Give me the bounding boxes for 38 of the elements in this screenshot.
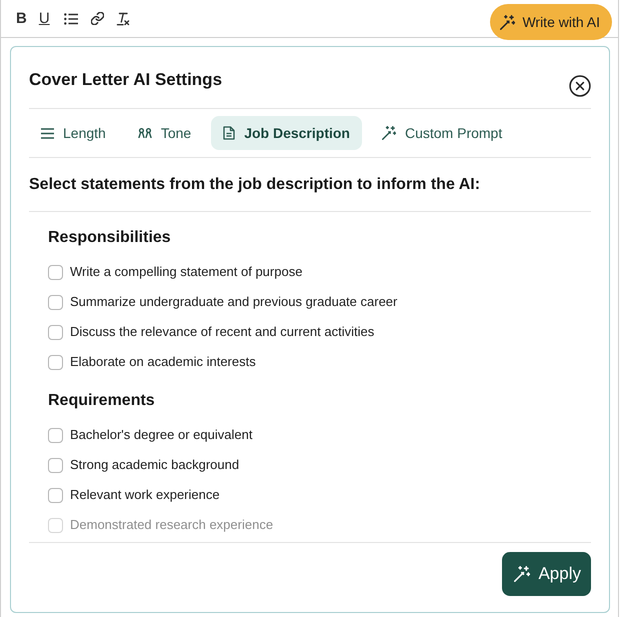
close-icon (569, 75, 591, 97)
close-button[interactable] (569, 75, 591, 97)
clear-format-icon[interactable] (116, 12, 130, 26)
checkbox[interactable] (48, 488, 63, 502)
magic-wand-icon (500, 14, 516, 30)
checkbox-label[interactable]: Relevant work experience (70, 485, 220, 505)
section-heading: Requirements (48, 391, 155, 411)
checkbox[interactable] (48, 354, 63, 370)
document-icon (223, 126, 236, 140)
checkbox-label[interactable]: Summarize undergraduate and previous graduate career (70, 292, 398, 312)
checkbox-label[interactable]: Bachelor's degree or equivalent (70, 425, 252, 445)
bullet-list-icon[interactable] (64, 12, 78, 24)
bold-button[interactable]: B (16, 10, 27, 26)
magic-wand-icon (382, 126, 396, 140)
checkbox-label[interactable]: Write a compelling statement of purpose (70, 262, 302, 282)
panel-title: Cover Letter AI Settings (29, 69, 222, 91)
tab[interactable]: Length (29, 116, 118, 150)
tab[interactable]: Tone (126, 116, 204, 150)
people-icon (138, 128, 152, 138)
tab[interactable]: Custom Prompt (370, 116, 514, 150)
checkbox[interactable] (48, 518, 63, 532)
section-heading: Responsibilities (48, 228, 171, 248)
lines-icon (41, 128, 54, 138)
tab[interactable]: Job Description (211, 116, 362, 150)
checkbox[interactable] (48, 264, 63, 280)
checkbox-label[interactable]: Strong academic background (70, 455, 240, 475)
instruction-text: Select statements from the job description to inform the AI: (29, 174, 480, 194)
apply-button[interactable]: Apply (502, 552, 591, 596)
checkbox[interactable] (48, 294, 63, 310)
underline-button[interactable]: U (38, 10, 50, 26)
checkbox-label[interactable]: Elaborate on academic interests (70, 352, 256, 372)
checkbox[interactable] (48, 428, 63, 442)
write-with-ai-button[interactable]: Write with AI (490, 4, 612, 40)
link-icon[interactable] (90, 12, 104, 25)
checkbox-label[interactable]: Discuss the relevance of recent and current activities (70, 322, 374, 342)
magic-wand-icon (514, 566, 530, 582)
checkbox[interactable] (48, 324, 63, 340)
checkbox[interactable] (48, 458, 63, 472)
